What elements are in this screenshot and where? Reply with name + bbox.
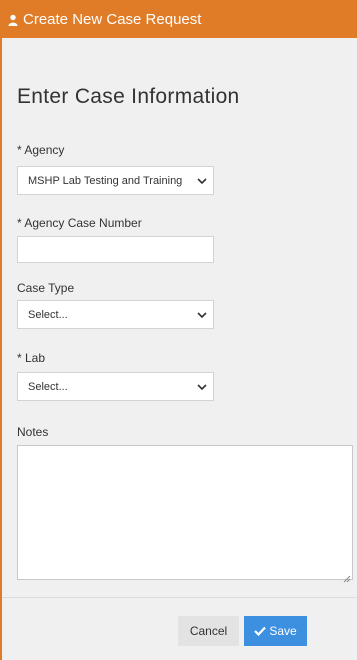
resize-grip-icon[interactable] — [343, 570, 351, 583]
footer-divider — [2, 597, 357, 598]
person-icon — [8, 13, 18, 26]
agency-selected-value: MSHP Lab Testing and Training — [28, 174, 183, 187]
lab-label: * Lab — [17, 351, 46, 365]
chevron-down-icon — [197, 382, 207, 391]
checkmark-icon — [254, 626, 267, 636]
chevron-down-icon — [197, 176, 207, 185]
dialog-header: Create New Case Request — [0, 0, 357, 38]
cancel-button[interactable]: Cancel — [178, 616, 239, 646]
left-accent-rule — [0, 0, 2, 660]
save-button-label: Save — [269, 624, 297, 638]
agency-select[interactable]: MSHP Lab Testing and Training — [17, 166, 214, 195]
cancel-button-label: Cancel — [189, 624, 228, 638]
save-button[interactable]: Save — [244, 616, 307, 646]
agency-label: * Agency — [17, 143, 65, 157]
agency-case-number-label: * Agency Case Number — [17, 216, 142, 230]
lab-selected-value: Select... — [28, 380, 68, 393]
section-title: Enter Case Information — [17, 85, 240, 108]
case-type-label: Case Type — [17, 281, 75, 295]
case-type-selected-value: Select... — [28, 308, 68, 321]
dialog-title: Create New Case Request — [23, 10, 202, 28]
chevron-down-icon — [197, 310, 207, 319]
notes-label: Notes — [17, 425, 49, 439]
notes-textarea[interactable] — [17, 445, 353, 583]
case-type-select[interactable]: Select... — [17, 300, 214, 329]
agency-case-number-input[interactable] — [17, 236, 214, 263]
lab-select[interactable]: Select... — [17, 372, 214, 401]
